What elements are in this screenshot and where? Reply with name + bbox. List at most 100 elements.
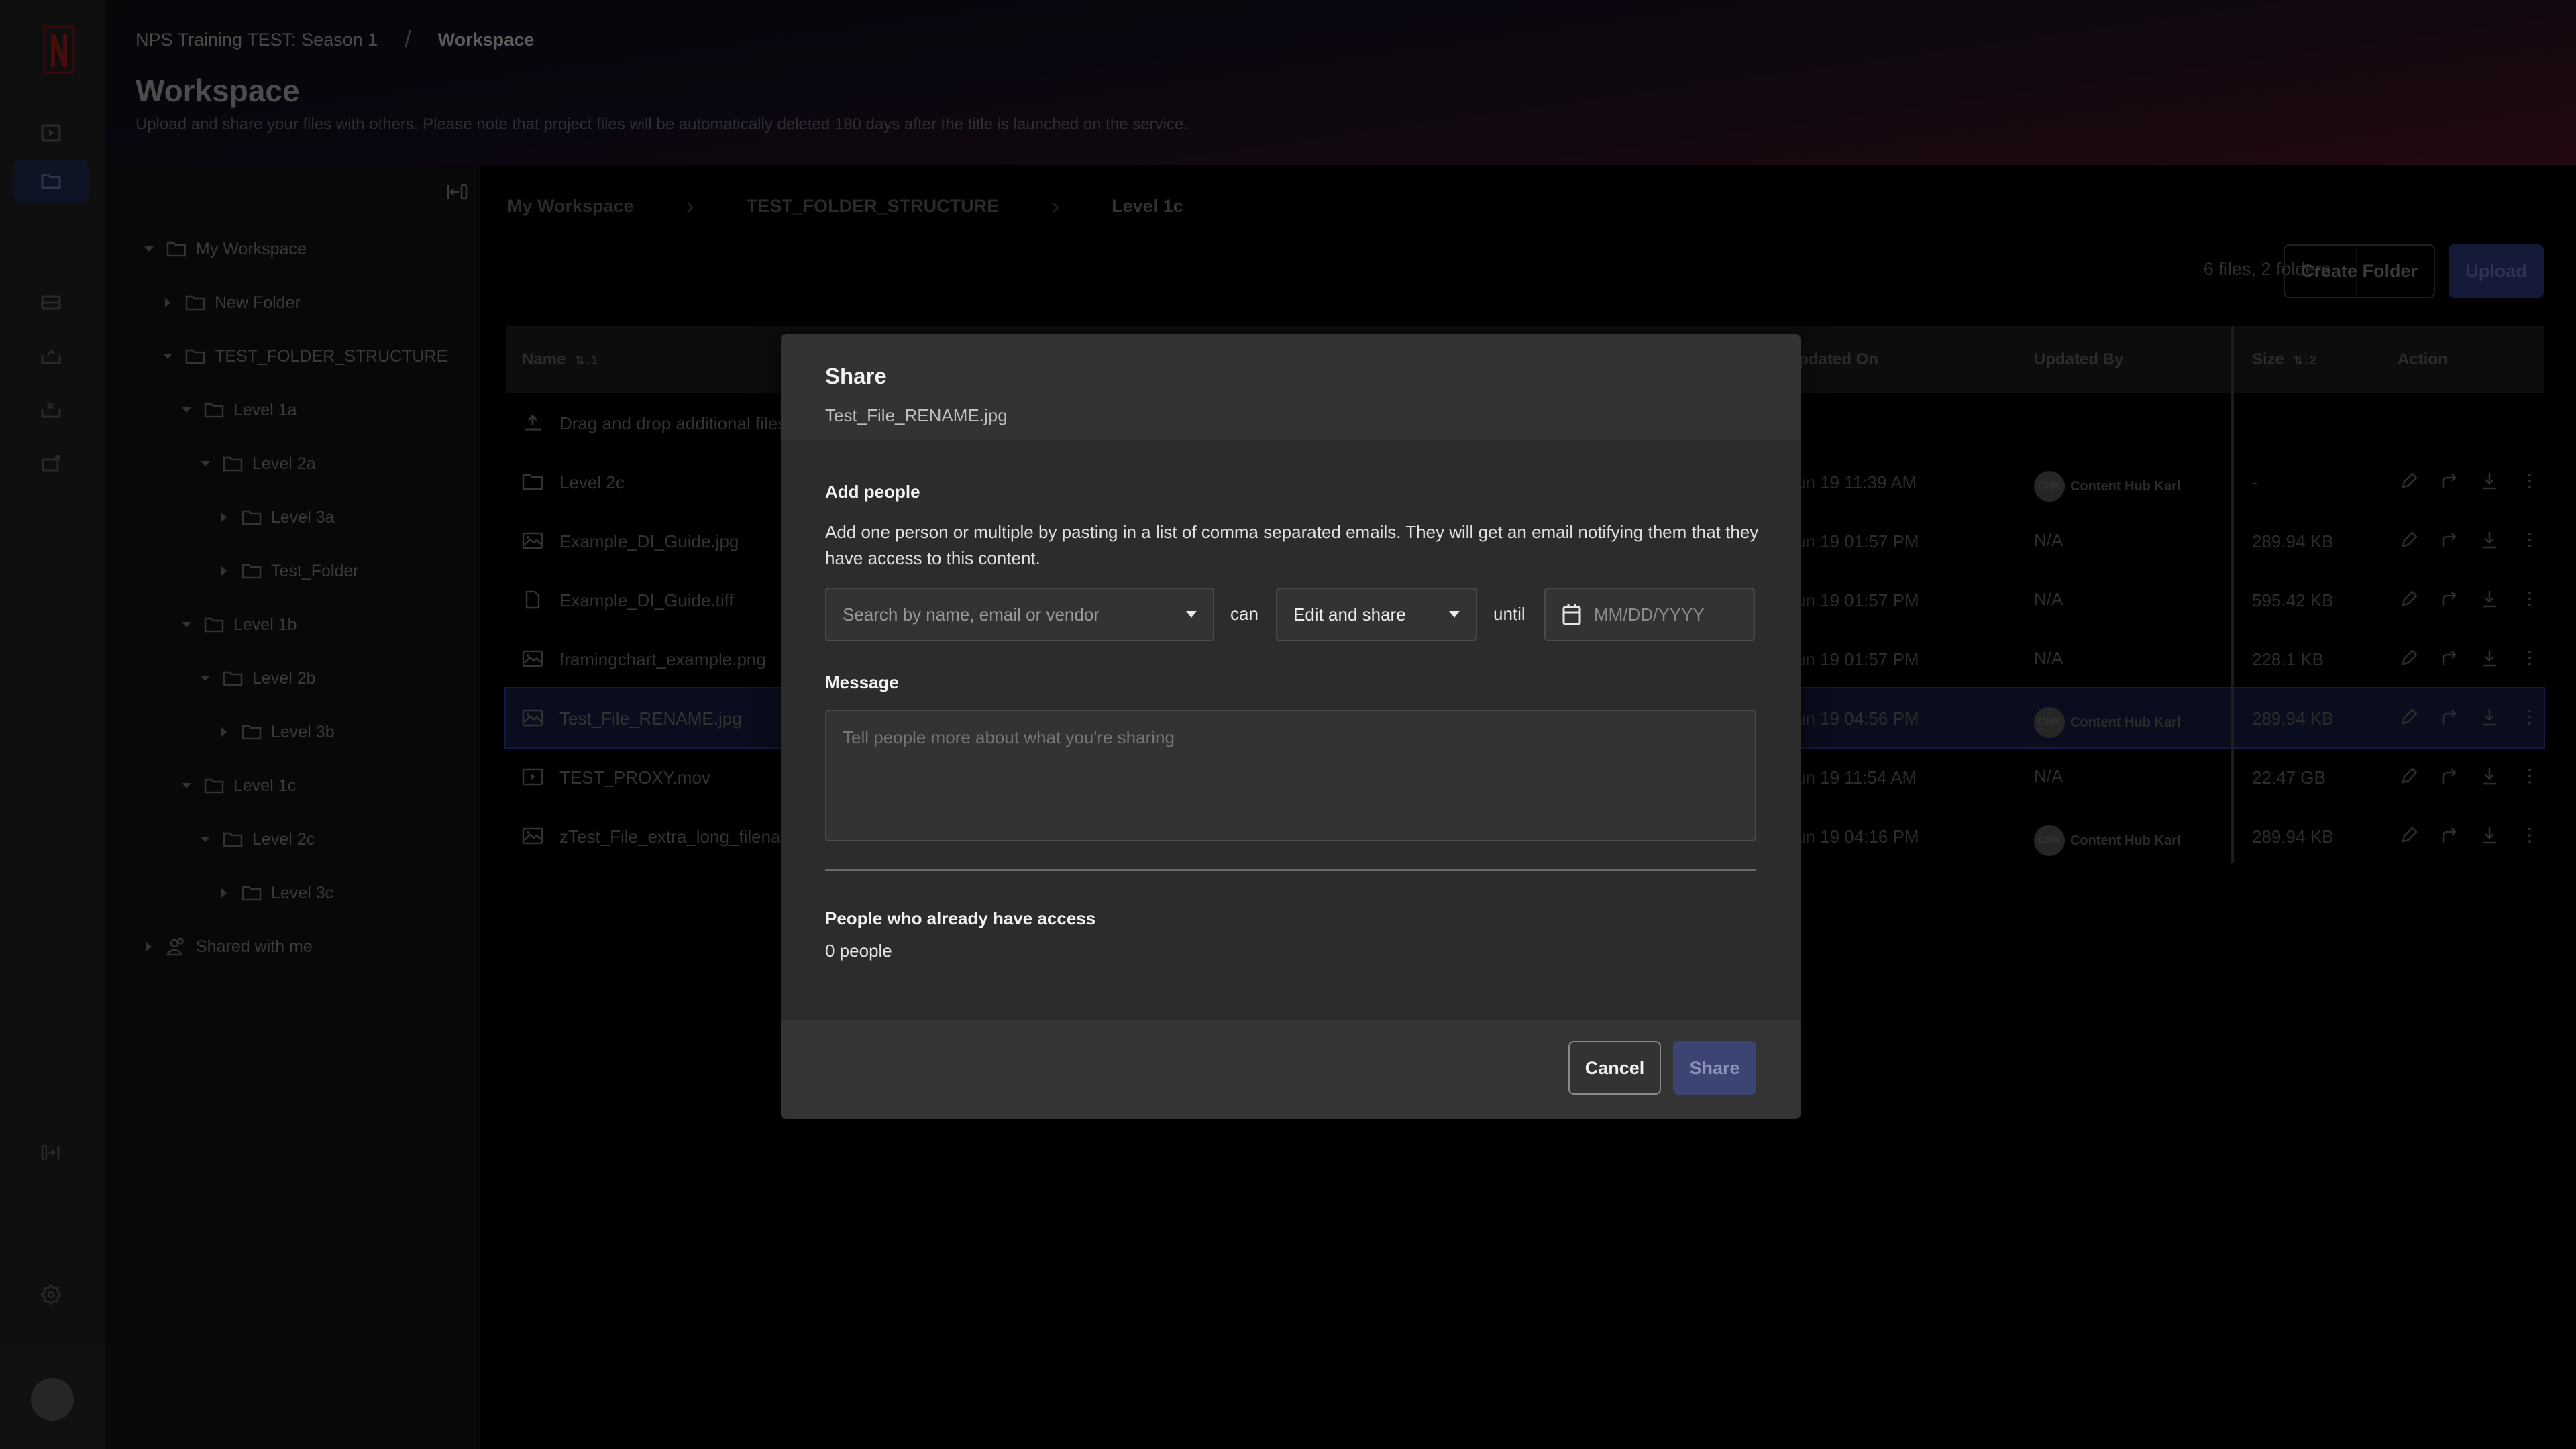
file-name[interactable]: Example_DI_Guide.tiff: [559, 590, 734, 611]
permission-select[interactable]: Edit and share: [1276, 588, 1477, 641]
tree-item-label: Shared with me: [196, 936, 313, 956]
download-icon[interactable]: [2478, 470, 2501, 492]
user-avatar[interactable]: [31, 1378, 74, 1421]
tree-item-label: Level 3a: [271, 507, 335, 527]
tree-item[interactable]: Level 2c: [197, 822, 315, 856]
expand-rail-button[interactable]: [13, 1131, 89, 1174]
download-icon[interactable]: [2478, 647, 2501, 669]
edit-pencil-icon[interactable]: [2398, 529, 2420, 551]
breadcrumb-project[interactable]: NPS Training TEST: Season 1: [136, 30, 378, 50]
share-arrow-icon[interactable]: [2438, 706, 2461, 729]
tree-item[interactable]: My Workspace: [141, 232, 307, 266]
more-vertical-icon[interactable]: [2518, 765, 2541, 788]
share-button[interactable]: Share: [1673, 1041, 1756, 1095]
column-resize-handle[interactable]: [2231, 326, 2234, 863]
caret-down-icon[interactable]: [178, 621, 195, 628]
edit-pencil-icon[interactable]: [2398, 588, 2420, 610]
file-name[interactable]: Example_DI_Guide.jpg: [559, 531, 739, 552]
tree-item[interactable]: Level 2b: [197, 661, 316, 695]
more-vertical-icon[interactable]: [2518, 706, 2541, 729]
edit-pencil-icon[interactable]: [2398, 765, 2420, 788]
caret-right-icon[interactable]: [141, 941, 157, 952]
share-arrow-icon[interactable]: [2438, 765, 2461, 788]
folder-icon: [522, 474, 543, 490]
settings-button[interactable]: [13, 1273, 89, 1316]
file-name[interactable]: Level 2c: [559, 472, 625, 493]
download-icon[interactable]: [2478, 765, 2501, 788]
more-vertical-icon[interactable]: [2518, 824, 2541, 847]
tree-item-label: Level 3b: [271, 722, 335, 741]
share-arrow-icon[interactable]: [2438, 529, 2461, 551]
download-icon[interactable]: [2478, 588, 2501, 610]
netflix-logo-icon[interactable]: [43, 25, 75, 75]
tree-item[interactable]: New Folder: [160, 286, 301, 319]
tree-item[interactable]: Level 1b: [178, 608, 297, 641]
tree-item[interactable]: Level 1a: [178, 393, 297, 427]
tree-item[interactable]: Test_Folder: [216, 554, 359, 588]
user-name: N/A: [2034, 648, 2063, 668]
download-icon[interactable]: [2478, 824, 2501, 847]
tree-item[interactable]: Level 3c: [216, 876, 333, 910]
more-vertical-icon[interactable]: [2518, 529, 2541, 551]
rail-item-workspace[interactable]: [13, 160, 89, 203]
rail-item-inbox-cancel[interactable]: [13, 388, 89, 431]
caret-right-icon[interactable]: [216, 566, 232, 576]
updated-by: CHK Content Hub Karl: [2034, 825, 2180, 856]
column-size[interactable]: Size ⇅↓2: [2252, 350, 2316, 369]
tree-item[interactable]: Level 3a: [216, 500, 335, 534]
upload-button[interactable]: Upload: [2449, 244, 2544, 298]
rail-item-player[interactable]: [13, 111, 89, 154]
caret-down-icon[interactable]: [178, 782, 195, 789]
tree-item[interactable]: Shared with me: [141, 930, 313, 963]
edit-pencil-icon[interactable]: [2398, 706, 2420, 729]
create-folder-button[interactable]: Create Folder: [2284, 244, 2435, 298]
rail-item-inbox-add[interactable]: [13, 441, 89, 484]
message-textarea[interactable]: [825, 710, 1756, 841]
tree-item[interactable]: Level 1c: [178, 769, 296, 802]
cancel-button[interactable]: Cancel: [1568, 1041, 1661, 1095]
more-vertical-icon[interactable]: [2518, 588, 2541, 610]
caret-down-icon[interactable]: [141, 246, 157, 252]
folder-icon: [204, 777, 224, 794]
calendar-icon[interactable]: [1562, 603, 1582, 626]
caret-down-icon[interactable]: [160, 353, 176, 360]
caret-right-icon[interactable]: [216, 727, 232, 737]
rail-item-cards[interactable]: [13, 280, 89, 323]
share-arrow-icon[interactable]: [2438, 647, 2461, 669]
share-arrow-icon[interactable]: [2438, 588, 2461, 610]
file-name[interactable]: Test_File_RENAME.jpg: [559, 708, 742, 729]
caret-down-icon[interactable]: [197, 460, 213, 467]
file-name[interactable]: TEST_PROXY.mov: [559, 767, 710, 788]
file-name[interactable]: framingchart_example.png: [559, 649, 766, 670]
file-name[interactable]: zTest_File_extra_long_filename: [559, 826, 805, 847]
more-vertical-icon[interactable]: [2518, 647, 2541, 669]
people-search-input[interactable]: Search by name, email or vendor: [825, 588, 1214, 641]
column-updated-on[interactable]: Updated On: [1787, 350, 1878, 369]
breadcrumb-my-workspace[interactable]: My Workspace: [507, 196, 634, 217]
tree-item-label: New Folder: [215, 292, 301, 312]
breadcrumb-test-folder-structure[interactable]: TEST_FOLDER_STRUCTURE: [747, 196, 1000, 217]
download-icon[interactable]: [2478, 529, 2501, 551]
file-size: 289.94 KB: [2252, 826, 2334, 847]
tree-item[interactable]: TEST_FOLDER_STRUCTURE: [160, 339, 447, 373]
download-icon[interactable]: [2478, 706, 2501, 729]
caret-down-icon[interactable]: [178, 407, 195, 413]
expiry-date-input[interactable]: MM/DD/YYYY: [1544, 588, 1755, 641]
edit-pencil-icon[interactable]: [2398, 647, 2420, 669]
caret-down-icon[interactable]: [197, 836, 213, 843]
share-arrow-icon[interactable]: [2438, 470, 2461, 492]
collapse-panel-icon[interactable]: [444, 178, 471, 205]
column-name[interactable]: Name ⇅↓1: [522, 350, 598, 369]
caret-right-icon[interactable]: [216, 512, 232, 523]
share-arrow-icon[interactable]: [2438, 824, 2461, 847]
more-vertical-icon[interactable]: [2518, 470, 2541, 492]
column-updated-by[interactable]: Updated By: [2034, 350, 2123, 369]
tree-item[interactable]: Level 3b: [216, 715, 335, 749]
caret-down-icon[interactable]: [197, 675, 213, 682]
edit-pencil-icon[interactable]: [2398, 470, 2420, 492]
edit-pencil-icon[interactable]: [2398, 824, 2420, 847]
rail-item-inbox-upload[interactable]: [13, 334, 89, 377]
tree-item[interactable]: Level 2a: [197, 447, 316, 480]
caret-right-icon[interactable]: [160, 297, 176, 308]
caret-right-icon[interactable]: [216, 888, 232, 898]
